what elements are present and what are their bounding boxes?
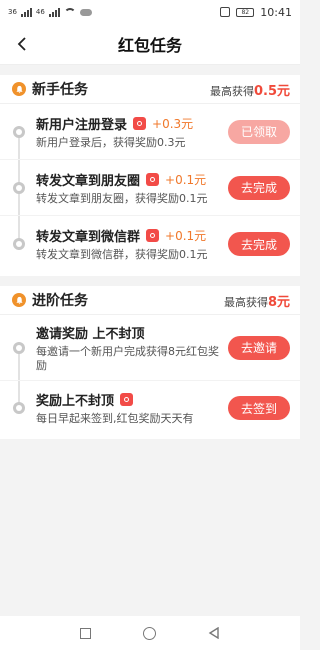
status-right: 82 10:41 [220,6,292,19]
red-envelope-icon [133,116,147,130]
task-title: 转发文章到微信群 [36,230,141,245]
back-nav-icon[interactable] [208,627,220,639]
status-left: 36 46 [8,7,92,17]
complete-button[interactable]: 去完成 [228,175,290,200]
top-bar: 红包任务 [0,24,300,65]
task-title: 邀请奖励 上不封顶 [36,326,145,342]
max-reward-label: 最高获得 [223,295,268,309]
max-reward-amount: 8元 [267,294,290,310]
red-envelope-icon [146,172,160,186]
task-title: 新用户注册登录 [36,117,128,133]
section-advanced-tasks: 进阶任务 最高获得8元 邀请奖励 上不封顶 每邀请一个新用户完成获得8元红包奖励… [0,286,300,439]
check-in-button[interactable]: 去签到 [228,396,290,420]
battery-icon: 82 [236,7,255,17]
max-reward-label: 最高获得 [209,84,254,98]
task-desc: 转发文章到朋友圈，获得奖励0.1元 [36,191,208,205]
task-reward: +0.3元 [152,116,194,131]
timeline-dot [13,238,25,250]
back-arrow-icon [17,37,26,51]
bell-icon [12,293,26,307]
recent-apps-icon[interactable] [80,627,91,639]
cloud-icon [79,8,92,16]
task-desc: 新用户登录后，获得奖励0.3元 [36,135,186,149]
section-header: 新手任务 最高获得0.5元 [0,75,300,104]
notification-icon [220,7,231,17]
claimed-button[interactable]: 已领取 [228,119,290,144]
max-reward: 最高获得0.5元 [210,80,290,99]
bell-icon [12,82,26,96]
section-newbie-tasks: 新手任务 最高获得0.5元 新用户注册登录 +0.3元 新用户登录后，获得奖励0… [0,75,300,276]
task-reward: +0.1元 [165,172,207,187]
task-reward: +0.1元 [165,229,207,243]
signal-label-2: 46 [35,8,45,16]
status-bar: 36 46 82 10:41 [0,0,300,24]
system-nav-bar [0,616,300,650]
task-title: 奖励上不封顶 [36,394,115,409]
back-button[interactable] [10,32,34,56]
red-envelope-icon [146,229,160,242]
home-icon[interactable] [143,626,156,640]
red-envelope-icon [120,393,134,406]
max-reward: 最高获得8元 [224,291,290,310]
signal-label-1: 36 [8,8,17,16]
timeline-dot [13,125,25,138]
signal-icon [20,7,32,17]
task-item: 奖励上不封顶 每日早起来签到,红包奖励天天有 去签到 [0,381,300,435]
task-desc: 转发文章到微信群，获得奖励0.1元 [36,248,208,261]
section-title: 新手任务 [32,82,88,98]
signal-icon-2 [48,7,60,17]
task-item: 邀请奖励 上不封顶 每邀请一个新用户完成获得8元红包奖励 去邀请 [0,315,300,381]
task-desc: 每邀请一个新用户完成获得8元红包奖励 [36,344,219,372]
task-desc: 每日早起来签到,红包奖励天天有 [36,412,194,425]
invite-button[interactable]: 去邀请 [228,335,290,360]
clock: 10:41 [260,5,292,19]
wifi-icon [63,7,76,17]
section-header: 进阶任务 最高获得8元 [0,286,300,315]
task-title: 转发文章到朋友圈 [36,173,141,189]
timeline-dot [13,341,25,354]
complete-button[interactable]: 去完成 [228,232,290,256]
task-item: 新用户注册登录 +0.3元 新用户登录后，获得奖励0.3元 已领取 [0,104,300,160]
section-title: 进阶任务 [32,293,88,309]
task-item: 转发文章到朋友圈 +0.1元 转发文章到朋友圈，获得奖励0.1元 去完成 [0,160,300,216]
page-title: 红包任务 [117,36,182,55]
max-reward-amount: 0.5元 [253,83,290,99]
task-item: 转发文章到微信群 +0.1元 转发文章到微信群，获得奖励0.1元 去完成 [0,216,300,272]
timeline-dot [13,181,25,194]
timeline-dot [13,402,25,414]
